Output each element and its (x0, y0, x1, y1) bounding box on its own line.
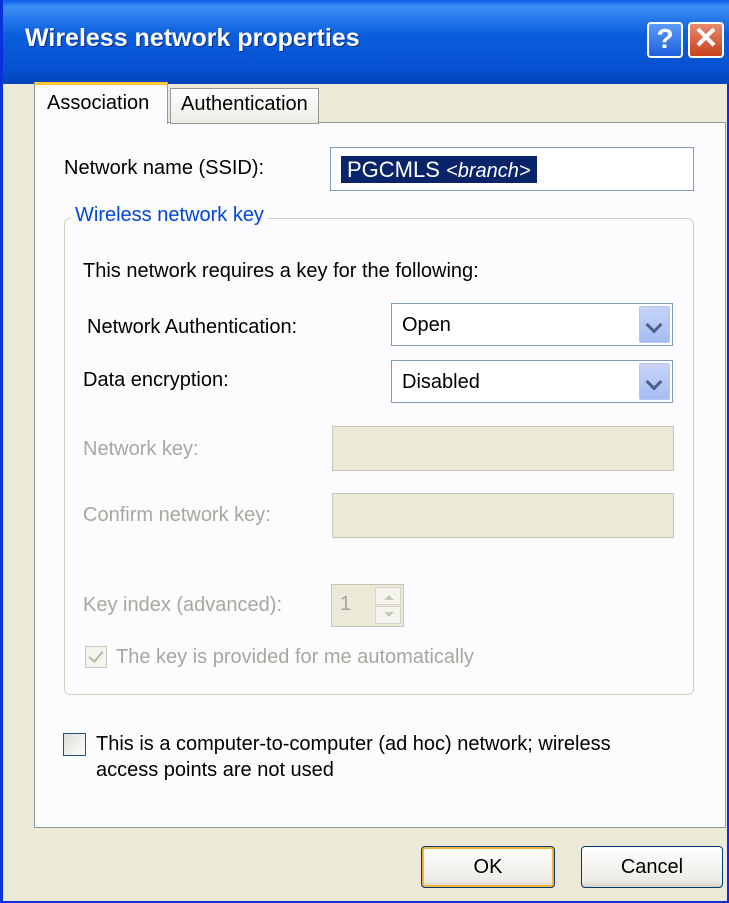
tab-association-label: Association (47, 92, 150, 114)
data-encryption-select[interactable]: Disabled (391, 360, 673, 403)
help-icon: ? (656, 23, 674, 54)
network-key-field[interactable] (332, 426, 674, 471)
tab-association[interactable]: Association (34, 82, 168, 124)
network-authentication-value: Open (402, 314, 451, 336)
key-index-stepper[interactable]: 1 (331, 584, 404, 627)
adhoc-label-line1: This is a computer-to-computer (ad hoc) … (96, 733, 611, 755)
close-button[interactable]: ✕ (688, 22, 724, 58)
network-authentication-label: Network Authentication: (87, 316, 298, 338)
tab-authentication-label: Authentication (181, 93, 308, 115)
chevron-down-icon[interactable] (639, 363, 670, 400)
window-title: Wireless network properties (25, 24, 360, 52)
network-authentication-select[interactable]: Open (391, 303, 673, 346)
help-button[interactable]: ? (647, 22, 683, 58)
ssid-selected-text: PGCMLS <branch> (341, 156, 537, 183)
adhoc-checkbox[interactable] (63, 733, 86, 756)
ok-button[interactable]: OK (421, 846, 555, 888)
auto-key-checkbox[interactable] (85, 646, 107, 668)
ssid-input[interactable]: PGCMLS <branch> (330, 147, 694, 191)
key-index-label: Key index (advanced): (83, 594, 283, 616)
ssid-value-placeholder: <branch> (446, 160, 531, 182)
key-index-arrows (375, 587, 401, 624)
confirm-network-key-label: Confirm network key: (83, 504, 271, 526)
close-icon: ✕ (693, 22, 719, 55)
spin-down-icon[interactable] (375, 606, 401, 624)
chevron-down-icon[interactable] (639, 306, 670, 343)
key-index-value: 1 (340, 593, 352, 615)
adhoc-label-line2: access points are not used (96, 759, 334, 781)
wireless-key-group-legend: Wireless network key (71, 204, 268, 227)
data-encryption-label: Data encryption: (83, 369, 229, 391)
network-key-label: Network key: (83, 438, 199, 460)
cancel-button[interactable]: Cancel (581, 846, 723, 888)
key-requirement-text: This network requires a key for the foll… (83, 260, 479, 282)
data-encryption-value: Disabled (402, 371, 480, 393)
ssid-value: PGCMLS (347, 157, 447, 182)
title-bar[interactable]: Wireless network properties ? ✕ (3, 0, 729, 84)
spin-up-icon[interactable] (375, 587, 401, 605)
tab-authentication[interactable]: Authentication (170, 88, 319, 124)
ssid-label: Network name (SSID): (64, 157, 265, 179)
auto-key-label: The key is provided for me automatically (116, 646, 474, 668)
confirm-network-key-field[interactable] (332, 493, 674, 538)
wireless-network-properties-dialog: Wireless network properties ? ✕ Associat… (0, 0, 729, 903)
